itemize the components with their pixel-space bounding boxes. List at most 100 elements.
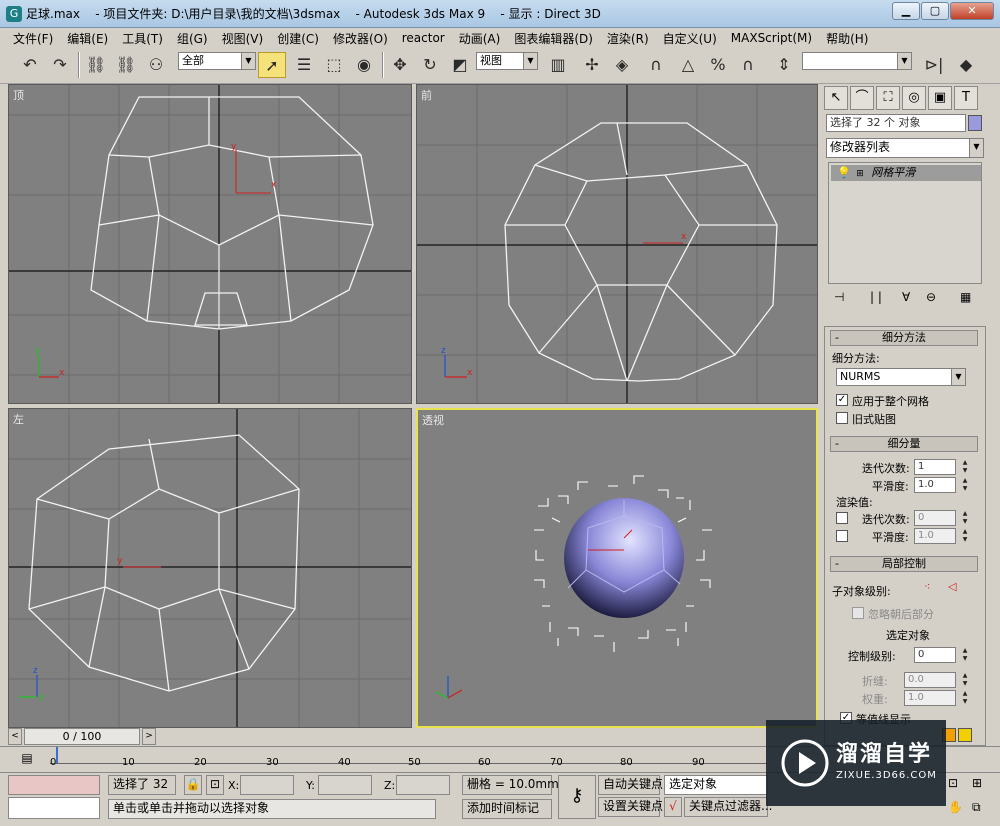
- spinner-arrows-icon[interactable]: ▲ ▼: [960, 477, 970, 493]
- light-bulb-icon[interactable]: 💡: [837, 166, 851, 179]
- prev-frame-icon[interactable]: <: [8, 728, 22, 745]
- viewport-front[interactable]: 前 x z x: [416, 84, 818, 404]
- app-icon[interactable]: G: [6, 5, 22, 22]
- vertex-subobject-icon[interactable]: ⁖: [924, 580, 930, 593]
- manipulate-icon[interactable]: ✢: [578, 52, 606, 78]
- stack-item-meshsmooth[interactable]: 💡 ⊞ 网格平滑: [831, 165, 981, 181]
- make-unique-icon[interactable]: ∀: [902, 290, 910, 304]
- viewport-label[interactable]: 左: [13, 411, 24, 427]
- y-coordinate-field[interactable]: [318, 775, 372, 795]
- smoothness-spinner[interactable]: 1.0: [914, 477, 956, 493]
- menu-customize[interactable]: 自定义(U): [656, 30, 724, 47]
- rollout-subdivision-amount[interactable]: - 细分量: [830, 436, 978, 452]
- spinner-snap-icon[interactable]: ∩: [734, 52, 762, 78]
- modify-tab-icon[interactable]: ⌒: [850, 86, 874, 110]
- iterations-spinner[interactable]: 1: [914, 459, 956, 475]
- menu-views[interactable]: 视图(V): [215, 30, 271, 47]
- zoom-icon[interactable]: ⊡: [948, 776, 958, 790]
- spinner-arrows-icon[interactable]: ▲ ▼: [960, 672, 970, 688]
- spinner-arrows-icon[interactable]: ▲ ▼: [960, 690, 970, 706]
- angle-snap-icon[interactable]: △: [674, 52, 702, 78]
- named-selection-icon[interactable]: ⇕: [770, 52, 798, 78]
- maximize-button[interactable]: ▢: [921, 2, 949, 20]
- viewport-label[interactable]: 前: [421, 87, 432, 103]
- apply-whole-mesh-checkbox[interactable]: ✓: [836, 394, 848, 406]
- display-tab-icon[interactable]: ▣: [928, 86, 952, 110]
- rollout-local-control[interactable]: - 局部控制: [830, 556, 978, 572]
- viewport-label[interactable]: 透视: [422, 412, 444, 428]
- render-smoothness-spinner[interactable]: 1.0: [914, 528, 956, 544]
- redo-icon[interactable]: ↷: [46, 52, 74, 78]
- maximize-viewport-icon[interactable]: ⧉: [972, 800, 981, 815]
- old-style-mapping-checkbox[interactable]: [836, 412, 848, 424]
- rotate-icon[interactable]: ↻: [416, 52, 444, 78]
- spinner-arrows-icon[interactable]: ▲ ▼: [960, 528, 970, 544]
- modifier-list-dropdown[interactable]: 修改器列表 ▼: [826, 138, 984, 158]
- next-frame-icon[interactable]: >: [142, 728, 156, 745]
- edge-subobject-icon[interactable]: ◁: [948, 580, 956, 593]
- maxscript-listener-mini[interactable]: [8, 775, 100, 795]
- create-tab-icon[interactable]: ↖: [824, 86, 848, 110]
- lock-selection-icon[interactable]: 🔒: [184, 775, 202, 795]
- mirror-icon[interactable]: ⊳|: [920, 52, 948, 78]
- align-icon[interactable]: ◆: [952, 52, 980, 78]
- viewport-top[interactable]: 顶 y x y x: [8, 84, 412, 404]
- menu-modifiers[interactable]: 修改器(O): [326, 30, 395, 47]
- rollout-subdivision-method[interactable]: - 细分方法: [830, 330, 978, 346]
- close-button[interactable]: ✕: [950, 2, 994, 20]
- configure-modifier-sets-icon[interactable]: ▦: [960, 290, 971, 304]
- selection-filter-dropdown[interactable]: 全部 ▼: [178, 52, 256, 70]
- minimize-button[interactable]: ▁: [892, 2, 920, 20]
- menu-animation[interactable]: 动画(A): [452, 30, 508, 47]
- utilities-tab-icon[interactable]: T: [954, 86, 978, 110]
- window-crossing-icon[interactable]: ◉: [350, 52, 378, 78]
- set-key-button[interactable]: 设置关键点: [598, 797, 663, 817]
- viewport-perspective[interactable]: 透视: [416, 408, 818, 728]
- control-level-spinner[interactable]: 0: [914, 647, 956, 663]
- maxscript-input[interactable]: [8, 797, 100, 819]
- menu-tools[interactable]: 工具(T): [115, 30, 170, 47]
- menu-edit[interactable]: 编辑(E): [60, 30, 115, 47]
- named-selection-sets-dropdown[interactable]: ▼: [802, 52, 912, 70]
- snaps-toggle-icon[interactable]: ∩: [642, 52, 670, 78]
- spinner-arrows-icon[interactable]: ▲ ▼: [960, 647, 970, 663]
- menu-rendering[interactable]: 渲染(R): [600, 30, 656, 47]
- zoom-extents-icon[interactable]: ⊞: [972, 776, 982, 790]
- select-object-icon[interactable]: ➚: [258, 52, 286, 78]
- ignore-backfacing-checkbox[interactable]: [852, 607, 864, 619]
- menu-file[interactable]: 文件(F): [6, 30, 60, 47]
- weight-spinner[interactable]: 1.0: [904, 690, 956, 706]
- show-end-result-icon[interactable]: | |: [870, 290, 882, 304]
- menu-create[interactable]: 创建(C): [270, 30, 326, 47]
- crease-spinner[interactable]: 0.0: [904, 672, 956, 688]
- z-coordinate-field[interactable]: [396, 775, 450, 795]
- render-iterations-spinner[interactable]: 0: [914, 510, 956, 526]
- menu-reactor[interactable]: reactor: [395, 31, 452, 45]
- pivot-center-icon[interactable]: ▥: [544, 52, 572, 78]
- motion-tab-icon[interactable]: ◎: [902, 86, 926, 110]
- menu-group[interactable]: 组(G): [170, 30, 215, 47]
- render-iterations-checkbox[interactable]: [836, 512, 848, 524]
- select-and-link-icon[interactable]: ⛓: [82, 52, 110, 78]
- rectangular-selection-icon[interactable]: ⬚: [320, 52, 348, 78]
- add-time-tag[interactable]: 添加时间标记: [462, 799, 552, 819]
- render-smoothness-checkbox[interactable]: [836, 530, 848, 542]
- viewport-label[interactable]: 顶: [13, 87, 24, 103]
- curve-editor-icon[interactable]: ▤: [18, 751, 36, 767]
- menu-graph-editors[interactable]: 图表编辑器(D): [507, 30, 600, 47]
- key-mode-dropdown[interactable]: 选定对象: [664, 775, 768, 795]
- curve-icon[interactable]: √: [664, 797, 682, 817]
- move-icon[interactable]: ✥: [386, 52, 414, 78]
- undo-icon[interactable]: ↶: [16, 52, 44, 78]
- object-color-swatch[interactable]: [968, 115, 982, 131]
- menu-help[interactable]: 帮助(H): [819, 30, 875, 47]
- remove-modifier-icon[interactable]: ⊖: [926, 290, 936, 304]
- viewport-left[interactable]: 左 y z y: [8, 408, 412, 728]
- key-icon[interactable]: ⚷: [558, 775, 596, 819]
- unlink-icon[interactable]: ⛓: [112, 52, 140, 78]
- time-slider-thumb[interactable]: 0 / 100: [24, 728, 140, 745]
- bind-space-warp-icon[interactable]: ⚇: [142, 52, 170, 78]
- spinner-arrows-icon[interactable]: ▲ ▼: [960, 510, 970, 526]
- percent-snap-icon[interactable]: %: [704, 52, 732, 78]
- selection-name-field[interactable]: 选择了 32 个 对象: [826, 114, 966, 132]
